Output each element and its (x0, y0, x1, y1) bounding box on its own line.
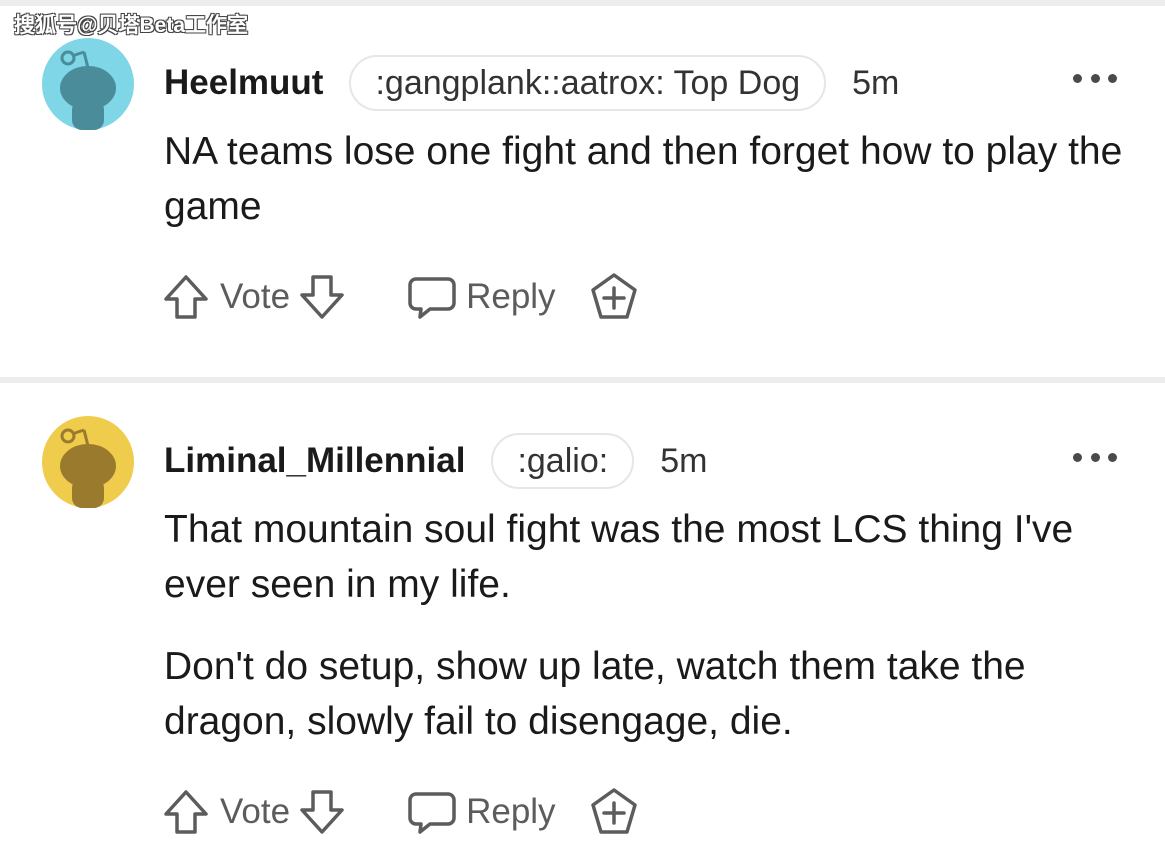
comment-divider (0, 377, 1165, 383)
arrow-up-icon[interactable] (160, 786, 212, 838)
avatar[interactable] (42, 38, 134, 130)
reply-button[interactable]: Reply (406, 271, 556, 323)
timestamp: 5m (660, 441, 708, 480)
username[interactable]: Heelmuut (164, 63, 323, 103)
comment-header: Liminal_Millennial :galio: 5m (164, 433, 707, 489)
comment-body-paragraph: That mountain soul fight was the most LC… (164, 508, 1074, 606)
arrow-down-icon[interactable] (296, 786, 348, 838)
reply-label: Reply (466, 792, 556, 831)
speech-bubble-icon (408, 277, 456, 319)
comment-body: NA teams lose one fight and then forget … (164, 130, 1123, 228)
user-flair: :galio: (491, 433, 635, 489)
more-options-icon[interactable] (1073, 451, 1117, 463)
comment-actions: Vote Reply (160, 269, 640, 325)
reply-label: Reply (466, 277, 556, 316)
username[interactable]: Liminal_Millennial (164, 441, 465, 481)
comment-thread: Heelmuut :gangplank::aatrox: Top Dog 5m … (0, 0, 1165, 863)
comment-actions: Vote Reply (160, 784, 640, 840)
comment-body-paragraph: Don't do setup, show up late, watch them… (164, 645, 1026, 743)
arrow-down-icon[interactable] (296, 271, 348, 323)
award-plus-icon[interactable] (588, 786, 640, 838)
award-plus-icon[interactable] (588, 271, 640, 323)
comment-header: Heelmuut :gangplank::aatrox: Top Dog 5m (164, 55, 899, 111)
timestamp: 5m (852, 63, 900, 102)
watermark: 搜狐号@贝塔Beta工作室 (14, 14, 248, 37)
speech-bubble-icon (408, 792, 456, 834)
vote-label: Vote (220, 792, 291, 831)
reply-button[interactable]: Reply (406, 786, 556, 838)
top-divider (0, 0, 1165, 6)
vote-label: Vote (220, 277, 291, 316)
more-options-icon[interactable] (1073, 72, 1117, 84)
arrow-up-icon[interactable] (160, 271, 212, 323)
user-flair: :gangplank::aatrox: Top Dog (349, 55, 827, 111)
avatar[interactable] (42, 416, 134, 508)
